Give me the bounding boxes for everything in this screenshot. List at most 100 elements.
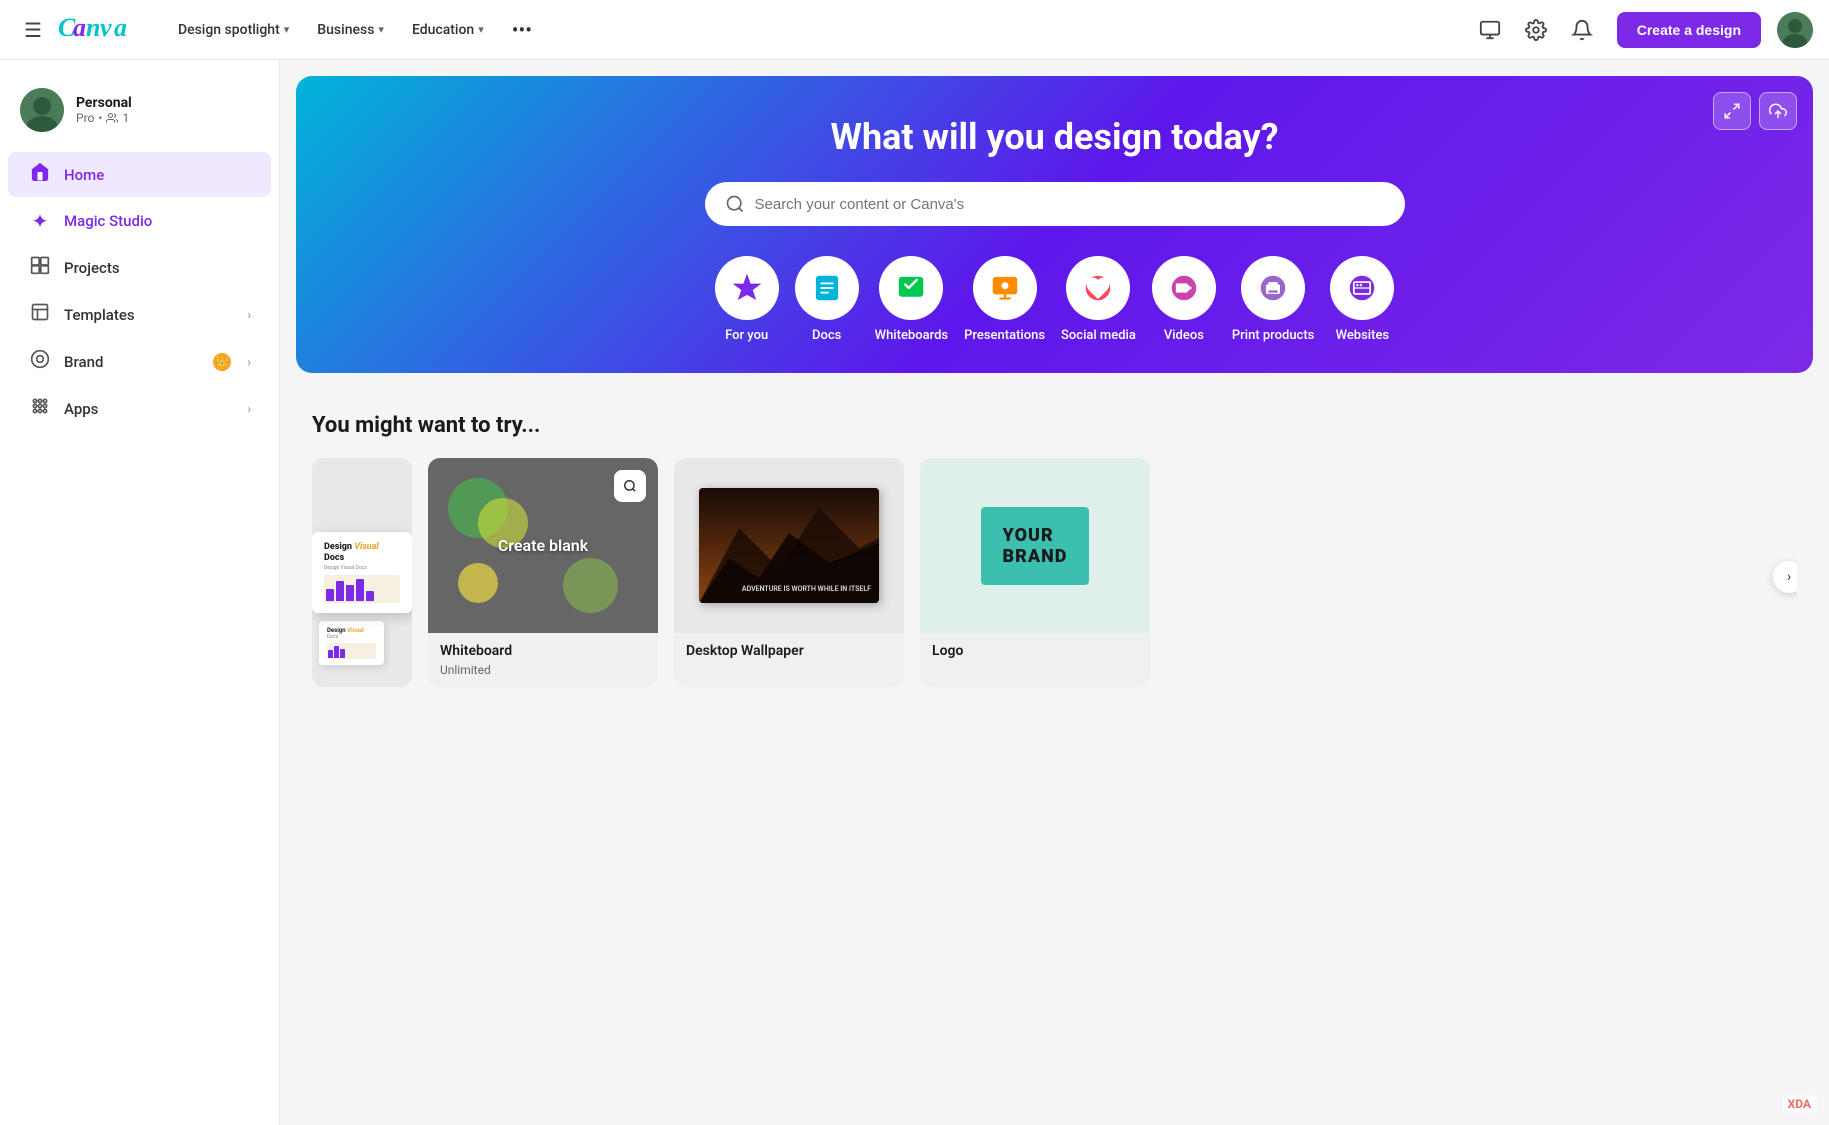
- try-section-title: You might want to try...: [312, 413, 1797, 438]
- resize-icon-btn[interactable]: [1713, 92, 1751, 130]
- monitor-icon-btn[interactable]: [1471, 11, 1509, 49]
- wallpaper-text: ADVENTURE IS WORTH WHILE IN ITSELF: [742, 585, 871, 595]
- chevron-down-icon: ▾: [478, 23, 484, 36]
- search-input[interactable]: [755, 196, 1385, 213]
- profile-name: Personal: [76, 95, 132, 111]
- hero-icon-label: Presentations: [964, 328, 1045, 343]
- projects-icon: [28, 255, 52, 280]
- try-card-logo-label: Logo: [920, 633, 1150, 663]
- logo-card-thumbnail: YOURBRAND: [920, 458, 1150, 633]
- create-design-button[interactable]: Create a design: [1617, 12, 1761, 48]
- svg-text:a: a: [114, 13, 127, 42]
- sidebar-item-label: Home: [64, 166, 251, 184]
- home-icon: [28, 162, 52, 187]
- hero-icon-for-you[interactable]: For you: [715, 256, 779, 343]
- hero-icon-whiteboards[interactable]: Whiteboards: [875, 256, 948, 343]
- hero-icon-websites[interactable]: Websites: [1330, 256, 1394, 343]
- svg-text:v: v: [100, 13, 112, 42]
- wallpaper-preview: ADVENTURE IS WORTH WHILE IN ITSELF: [699, 488, 879, 603]
- bell-icon: [1571, 19, 1593, 41]
- profile-info: Personal Pro • 1: [76, 95, 132, 125]
- blob-light-green: [563, 558, 618, 613]
- try-cards-row: Design Visual Docs Design Visual Docs: [312, 458, 1797, 695]
- sidebar-item-brand[interactable]: Brand 👑 ›: [8, 339, 271, 384]
- xda-watermark: XDA: [1782, 1095, 1817, 1113]
- people-icon: [106, 112, 118, 124]
- sidebar: Personal Pro • 1 Home ✦ Magic: [0, 60, 280, 1125]
- whiteboards-circle: [879, 256, 943, 320]
- sidebar-item-label: Brand: [64, 353, 199, 371]
- create-blank-text: Create blank: [498, 536, 588, 555]
- whiteboard-search-btn[interactable]: [614, 470, 646, 502]
- chevron-right-icon: ›: [247, 402, 251, 416]
- hero-icon-label: Social media: [1061, 328, 1136, 343]
- hero-icon-social-media[interactable]: Social media: [1061, 256, 1136, 343]
- chevron-down-icon: ▾: [284, 23, 290, 36]
- user-avatar[interactable]: [1777, 12, 1813, 48]
- gear-icon: [1525, 19, 1547, 41]
- try-card-desktop-wallpaper[interactable]: ADVENTURE IS WORTH WHILE IN ITSELF Deskt…: [674, 458, 904, 687]
- hero-icon-label: Whiteboards: [875, 328, 948, 343]
- search-bar: [705, 182, 1405, 226]
- sidebar-profile: Personal Pro • 1: [0, 76, 279, 144]
- cards-next-arrow[interactable]: ›: [1773, 561, 1797, 593]
- magic-studio-icon: ✦: [28, 209, 52, 233]
- hero-icon-label: For you: [725, 328, 768, 343]
- nav-design-spotlight[interactable]: Design spotlight ▾: [168, 16, 299, 44]
- crown-badge: 👑: [213, 353, 231, 371]
- nav-more[interactable]: •••: [502, 12, 542, 48]
- doc-card-thumbnail: Design Visual Docs Design Visual Docs: [312, 458, 412, 687]
- monitor-icon: [1479, 19, 1501, 41]
- hero-icon-label: Docs: [812, 328, 841, 343]
- brand-icon: [28, 349, 52, 374]
- nav-education[interactable]: Education ▾: [402, 16, 494, 44]
- hero-icon-docs[interactable]: Docs: [795, 256, 859, 343]
- hero-title: What will you design today?: [346, 116, 1763, 158]
- logo-text: YOURBRAND: [1003, 525, 1068, 567]
- canva-logo-svg: C a n v a: [58, 10, 148, 42]
- for-you-circle: [715, 256, 779, 320]
- sidebar-item-label: Apps: [64, 400, 235, 418]
- avatar-image: [1777, 12, 1813, 48]
- chevron-down-icon: ▾: [378, 23, 384, 36]
- main-content: What will you design today? For you: [280, 60, 1829, 1125]
- chevron-right-icon: ›: [247, 355, 251, 369]
- hamburger-menu[interactable]: ☰: [16, 10, 50, 50]
- sidebar-item-apps[interactable]: Apps ›: [8, 386, 271, 431]
- sidebar-item-projects[interactable]: Projects: [8, 245, 271, 290]
- notifications-icon-btn[interactable]: [1563, 11, 1601, 49]
- app-layout: Personal Pro • 1 Home ✦ Magic: [0, 60, 1829, 1125]
- sidebar-item-magic-studio[interactable]: ✦ Magic Studio: [8, 199, 271, 243]
- sidebar-item-label: Templates: [64, 306, 235, 324]
- upload-icon-btn[interactable]: [1759, 92, 1797, 130]
- settings-icon-btn[interactable]: [1517, 11, 1555, 49]
- hero-icon-label: Websites: [1336, 328, 1390, 343]
- try-card-logo[interactable]: YOURBRAND Logo: [920, 458, 1150, 687]
- nav-business[interactable]: Business ▾: [307, 16, 394, 44]
- apps-icon: [28, 396, 52, 421]
- try-section: You might want to try... Design Visual D…: [280, 389, 1829, 719]
- hero-icon-label: Videos: [1164, 328, 1204, 343]
- try-card-whiteboard[interactable]: Create blank Whiteboard Unlimited: [428, 458, 658, 687]
- sidebar-item-home[interactable]: Home: [8, 152, 271, 197]
- chevron-right-icon: ›: [247, 308, 251, 322]
- hero-icons-row: For you Docs: [346, 256, 1763, 343]
- try-card-doc[interactable]: Design Visual Docs Design Visual Docs: [312, 458, 412, 687]
- sidebar-item-templates[interactable]: Templates ›: [8, 292, 271, 337]
- hero-icon-presentations[interactable]: Presentations: [964, 256, 1045, 343]
- try-card-whiteboard-label: Whiteboard: [428, 633, 658, 663]
- doc-mockup-secondary: Design Visual Docs: [319, 621, 384, 665]
- sidebar-item-label: Projects: [64, 259, 251, 277]
- hero-icon-videos[interactable]: Videos: [1152, 256, 1216, 343]
- hero-icon-label: Print products: [1232, 328, 1314, 343]
- blob-yellow-2: [458, 563, 498, 603]
- websites-circle: [1330, 256, 1394, 320]
- try-card-wallpaper-label: Desktop Wallpaper: [674, 633, 904, 663]
- doc-mockup-main: Design Visual Docs Design Visual Docs: [312, 532, 412, 614]
- canva-logo[interactable]: C a n v a: [58, 10, 148, 49]
- wallpaper-card-thumbnail: ADVENTURE IS WORTH WHILE IN ITSELF: [674, 458, 904, 633]
- search-icon: [725, 194, 745, 214]
- hero-icon-print-products[interactable]: Print products: [1232, 256, 1314, 343]
- search-icon: [623, 479, 637, 493]
- svg-text:a: a: [73, 13, 86, 42]
